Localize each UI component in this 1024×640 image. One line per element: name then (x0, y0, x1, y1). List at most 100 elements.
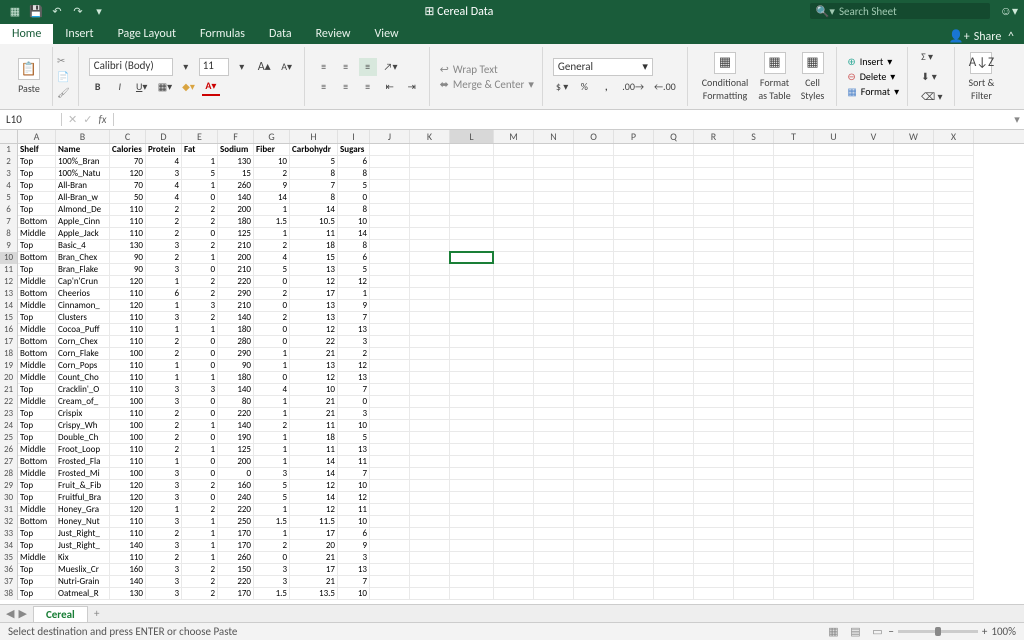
cell[interactable]: Middle (18, 276, 56, 288)
cell[interactable] (734, 396, 774, 408)
cell[interactable]: 1 (254, 396, 290, 408)
row-header[interactable]: 18 (0, 348, 18, 360)
cell[interactable]: 1 (254, 528, 290, 540)
cell[interactable] (934, 384, 974, 396)
cell[interactable]: Top (18, 156, 56, 168)
formula-expand-icon[interactable]: ▾ (1010, 113, 1024, 126)
cell[interactable] (774, 468, 814, 480)
cell[interactable]: Middle (18, 300, 56, 312)
cell[interactable] (574, 168, 614, 180)
cell[interactable] (734, 444, 774, 456)
cell[interactable] (614, 276, 654, 288)
cell[interactable] (534, 492, 574, 504)
cell[interactable]: 210 (218, 264, 254, 276)
row-header[interactable]: 7 (0, 216, 18, 228)
row-header[interactable]: 36 (0, 564, 18, 576)
cell[interactable] (574, 228, 614, 240)
cell[interactable] (574, 192, 614, 204)
cell[interactable]: Fruitful_Bra (56, 492, 110, 504)
cell[interactable] (854, 432, 894, 444)
cell[interactable] (534, 312, 574, 324)
cell[interactable] (614, 576, 654, 588)
cell[interactable] (654, 324, 694, 336)
cell[interactable]: Middle (18, 396, 56, 408)
cell[interactable] (574, 576, 614, 588)
cell[interactable] (854, 564, 894, 576)
cell[interactable] (450, 192, 494, 204)
cell[interactable] (854, 360, 894, 372)
cell[interactable] (654, 516, 694, 528)
cell[interactable]: Middle (18, 552, 56, 564)
cell[interactable]: 200 (218, 252, 254, 264)
cell[interactable]: 2 (254, 288, 290, 300)
cell[interactable]: 12 (290, 276, 338, 288)
cell[interactable] (854, 324, 894, 336)
cell[interactable] (494, 516, 534, 528)
cell[interactable] (410, 276, 450, 288)
col-header[interactable]: K (410, 130, 450, 143)
cell[interactable]: Apple_Jack (56, 228, 110, 240)
cell[interactable]: 18 (290, 432, 338, 444)
cell[interactable]: 5 (290, 156, 338, 168)
cell[interactable] (894, 468, 934, 480)
cell[interactable] (774, 204, 814, 216)
cell[interactable] (894, 528, 934, 540)
cell[interactable]: 17 (290, 528, 338, 540)
cell[interactable] (814, 300, 854, 312)
cell[interactable] (534, 252, 574, 264)
format-as-table-button[interactable]: ▦Format as Table (754, 49, 794, 104)
underline-button[interactable]: U▾ (133, 78, 151, 96)
cell[interactable]: 3 (146, 396, 182, 408)
cell[interactable]: 110 (110, 384, 146, 396)
cell[interactable] (934, 528, 974, 540)
cell[interactable] (814, 144, 854, 156)
cell[interactable]: Top (18, 492, 56, 504)
cell[interactable] (734, 216, 774, 228)
col-header[interactable]: F (218, 130, 254, 143)
cell[interactable]: Double_Ch (56, 432, 110, 444)
row-header[interactable]: 27 (0, 456, 18, 468)
cell[interactable] (370, 588, 410, 600)
cell[interactable] (614, 552, 654, 564)
align-left-icon[interactable]: ≡ (315, 78, 333, 96)
cell[interactable] (494, 240, 534, 252)
cell[interactable] (494, 396, 534, 408)
cell[interactable] (694, 180, 734, 192)
fx-icon[interactable]: fx (98, 113, 106, 126)
row-header[interactable]: 6 (0, 204, 18, 216)
cell[interactable] (450, 420, 494, 432)
cell[interactable] (494, 264, 534, 276)
cell[interactable]: 11 (338, 504, 370, 516)
cell[interactable] (614, 372, 654, 384)
cell[interactable] (934, 360, 974, 372)
cell[interactable] (534, 180, 574, 192)
row-header[interactable]: 2 (0, 156, 18, 168)
cell[interactable]: 2 (146, 216, 182, 228)
cell[interactable]: 9 (338, 300, 370, 312)
italic-button[interactable]: I (111, 78, 129, 96)
row-header[interactable]: 20 (0, 372, 18, 384)
cell[interactable]: 14 (338, 228, 370, 240)
cell[interactable] (654, 264, 694, 276)
cell[interactable]: 1 (254, 408, 290, 420)
cell[interactable]: 0 (218, 468, 254, 480)
cell[interactable] (574, 252, 614, 264)
cell[interactable]: 1 (182, 528, 218, 540)
cell[interactable] (774, 480, 814, 492)
cell[interactable] (494, 372, 534, 384)
cell[interactable] (450, 408, 494, 420)
cell[interactable]: 0 (182, 192, 218, 204)
cell[interactable] (894, 216, 934, 228)
col-header[interactable]: B (56, 130, 110, 143)
cell[interactable] (370, 552, 410, 564)
cell[interactable] (934, 348, 974, 360)
cell[interactable] (450, 300, 494, 312)
cell[interactable]: 2 (338, 348, 370, 360)
cell[interactable] (654, 252, 694, 264)
col-header[interactable]: U (814, 130, 854, 143)
row-header[interactable]: 25 (0, 432, 18, 444)
cell[interactable]: Bran_Flake (56, 264, 110, 276)
cell[interactable] (370, 168, 410, 180)
cell[interactable] (654, 528, 694, 540)
cell[interactable] (774, 276, 814, 288)
